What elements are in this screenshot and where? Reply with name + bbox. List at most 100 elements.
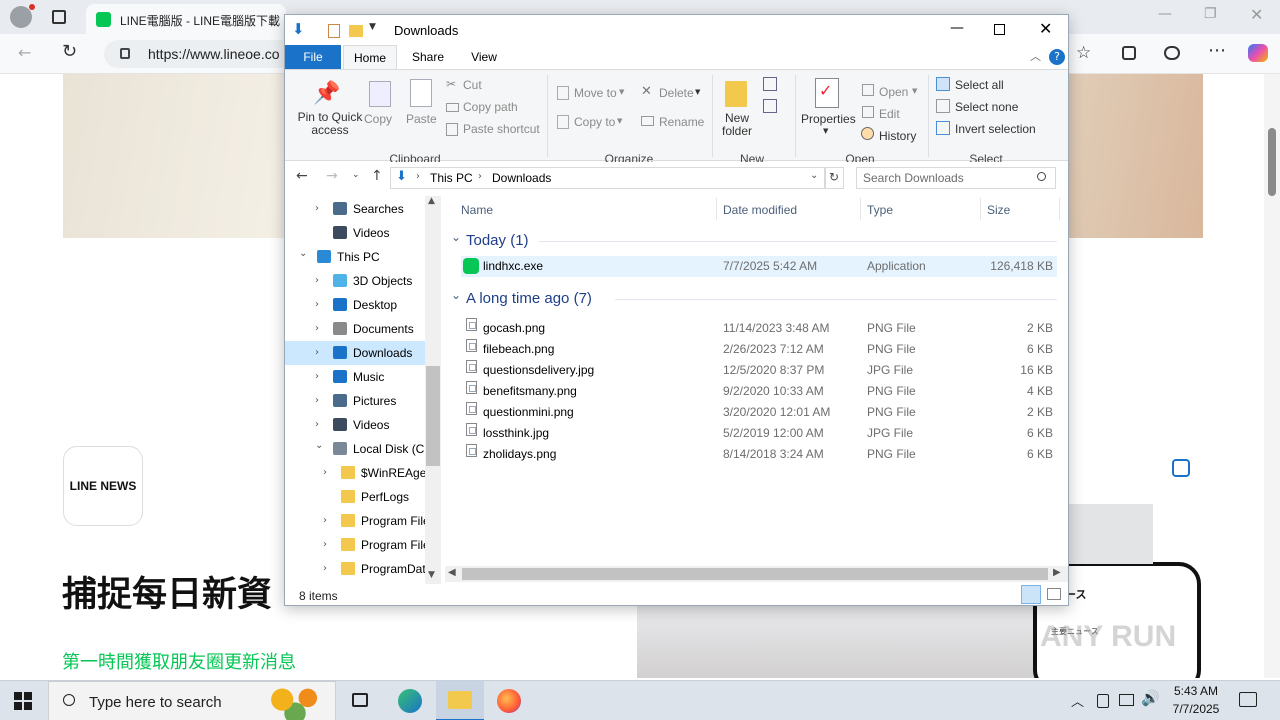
browser-tab[interactable]: LINE電腦版 - LINE電腦版下載	[86, 4, 286, 34]
tree-item[interactable]: › Music	[285, 365, 425, 389]
close-browser-button[interactable]: ✕	[1250, 5, 1263, 24]
delete-button[interactable]: Delete	[659, 86, 694, 100]
scroll-right-icon[interactable]: ▶	[1053, 567, 1061, 578]
performance-icon[interactable]	[1164, 46, 1180, 60]
group-header[interactable]: ⌄ Today (1)	[447, 230, 1057, 252]
breadcrumb-downloads[interactable]: Downloads	[492, 171, 551, 185]
back-button[interactable]: ←	[296, 168, 308, 184]
tree-item[interactable]: › Program Files	[285, 533, 425, 557]
column-name[interactable]: Name	[461, 203, 493, 217]
show-hidden-icons[interactable]: ︿	[1071, 691, 1084, 710]
collapsed-chevron-icon[interactable]: ›	[323, 557, 327, 581]
tab-home[interactable]: Home	[343, 45, 397, 70]
new-item-icon[interactable]	[763, 77, 777, 91]
collapsed-chevron-icon[interactable]: ›	[323, 533, 327, 557]
column-divider[interactable]	[860, 198, 861, 220]
expanded-chevron-icon[interactable]: ⌄	[299, 245, 307, 266]
refresh-button[interactable]: ↻	[825, 167, 844, 189]
restore-browser-button[interactable]: ❐	[1204, 6, 1217, 22]
pin-quick-access-button[interactable]: Pin to Quick access	[291, 111, 369, 137]
move-to-dropdown-icon[interactable]: ▼	[619, 88, 624, 96]
tree-item[interactable]: › Videos	[285, 413, 425, 437]
recent-locations-icon[interactable]: ⌄	[352, 170, 360, 180]
invert-selection-button[interactable]: Invert selection	[955, 122, 1036, 136]
tab-share[interactable]: Share	[405, 45, 451, 69]
collapsed-chevron-icon[interactable]: ›	[315, 317, 319, 341]
column-divider[interactable]	[716, 198, 717, 220]
copilot-icon[interactable]	[1248, 44, 1268, 62]
forward-button[interactable]: →	[326, 168, 338, 184]
collapsed-chevron-icon[interactable]: ›	[315, 389, 319, 413]
collapsed-chevron-icon[interactable]: ›	[323, 461, 327, 485]
column-date-modified[interactable]: Date modified	[723, 203, 797, 217]
file-row[interactable]: gocash.png 11/14/2023 3:48 AM PNG File 2 KB	[461, 318, 1057, 339]
file-row[interactable]: questionmini.png 3/20/2020 12:01 AM PNG Fi…	[461, 402, 1057, 423]
copy-path-button[interactable]: Copy path	[463, 100, 518, 114]
column-divider[interactable]	[980, 198, 981, 220]
expanded-chevron-icon[interactable]: ⌄	[315, 437, 323, 458]
address-dropdown-icon[interactable]: ⌄	[810, 170, 818, 181]
page-scrollbar[interactable]	[1264, 74, 1280, 678]
tab-file[interactable]: File	[285, 45, 341, 69]
hscrollbar-thumb[interactable]	[462, 568, 1048, 580]
search-box[interactable]: Search Downloads	[856, 167, 1056, 189]
edge-taskbar-icon[interactable]	[398, 689, 422, 713]
tree-scrollbar[interactable]: ▲ ▼	[425, 196, 441, 584]
delete-dropdown-icon[interactable]: ▼	[695, 88, 700, 96]
tree-item[interactable]: PerfLogs	[285, 485, 425, 509]
file-row[interactable]: benefitsmany.png 9/2/2020 10:33 AM PNG Fil…	[461, 381, 1057, 402]
maximize-button[interactable]	[994, 24, 1005, 35]
copy-to-dropdown-icon[interactable]: ▼	[617, 117, 622, 125]
file-row[interactable]: filebeach.png 2/26/2023 7:12 AM PNG File 6 …	[461, 339, 1057, 360]
more-icon[interactable]: ⋯	[1208, 40, 1226, 61]
edit-button[interactable]: Edit	[879, 107, 900, 121]
taskbar-date[interactable]: 7/7/2025	[1168, 702, 1224, 716]
breadcrumb-this-pc[interactable]: This PC	[430, 171, 473, 185]
collections-icon[interactable]	[1122, 46, 1136, 60]
column-type[interactable]: Type	[867, 203, 893, 217]
volume-icon[interactable]: 🔊	[1141, 689, 1160, 707]
profile-avatar[interactable]	[10, 4, 35, 28]
tab-view[interactable]: View	[461, 45, 507, 69]
large-icons-view-icon[interactable]	[1047, 588, 1061, 600]
collapsed-chevron-icon[interactable]: ›	[315, 365, 319, 389]
task-view-icon[interactable]	[352, 693, 368, 707]
group-collapse-icon[interactable]: ⌄	[451, 288, 461, 302]
favorites-icon[interactable]: ☆	[1076, 43, 1091, 63]
column-divider[interactable]	[1059, 198, 1060, 220]
details-view-icon[interactable]	[1021, 585, 1041, 604]
select-none-button[interactable]: Select none	[955, 100, 1018, 114]
file-explorer-taskbar-icon[interactable]	[436, 681, 484, 720]
history-button[interactable]: History	[879, 129, 916, 143]
copy-to-button[interactable]: Copy to	[574, 115, 615, 129]
select-all-button[interactable]: Select all	[955, 78, 1004, 92]
back-icon[interactable]: ←	[18, 43, 31, 62]
new-folder-qat-icon[interactable]	[349, 25, 363, 37]
file-row[interactable]: lindhxc.exe 7/7/2025 5:42 AM Application 12…	[461, 256, 1057, 277]
file-row[interactable]: lossthink.jpg 5/2/2019 12:00 AM JPG File 6 …	[461, 423, 1057, 444]
collapsed-chevron-icon[interactable]: ›	[315, 197, 319, 221]
firefox-taskbar-icon[interactable]	[497, 689, 521, 713]
collapsed-chevron-icon[interactable]: ›	[315, 341, 319, 365]
search-icon[interactable]	[1037, 172, 1046, 181]
open-button[interactable]: Open	[879, 85, 908, 99]
tab-actions-icon[interactable]	[52, 10, 66, 24]
file-row[interactable]: zholidays.png 8/14/2018 3:24 AM PNG File 6 …	[461, 444, 1057, 465]
notifications-icon[interactable]	[1239, 692, 1257, 707]
cut-button[interactable]: Cut	[463, 78, 482, 92]
tree-item[interactable]: Videos	[285, 221, 425, 245]
taskbar-search-box[interactable]: Type here to search	[48, 681, 336, 720]
minimize-browser-button[interactable]: —	[1158, 6, 1172, 22]
taskbar-time[interactable]: 5:43 AM	[1172, 684, 1220, 698]
new-folder-button[interactable]: New folder	[717, 112, 757, 138]
group-collapse-icon[interactable]: ⌄	[451, 230, 461, 244]
page-scrollbar-thumb[interactable]	[1268, 128, 1276, 196]
tree-scroll-down-icon[interactable]: ▼	[428, 570, 435, 580]
start-button[interactable]	[14, 692, 32, 710]
collapsed-chevron-icon[interactable]: ›	[323, 509, 327, 533]
file-list-hscrollbar[interactable]: ◀ ▶	[445, 566, 1068, 582]
rename-button[interactable]: Rename	[659, 115, 704, 129]
move-to-button[interactable]: Move to	[574, 86, 617, 100]
file-row[interactable]: questionsdelivery.jpg 12/5/2020 8:37 PM JP…	[461, 360, 1057, 381]
tree-item[interactable]: › Pictures	[285, 389, 425, 413]
